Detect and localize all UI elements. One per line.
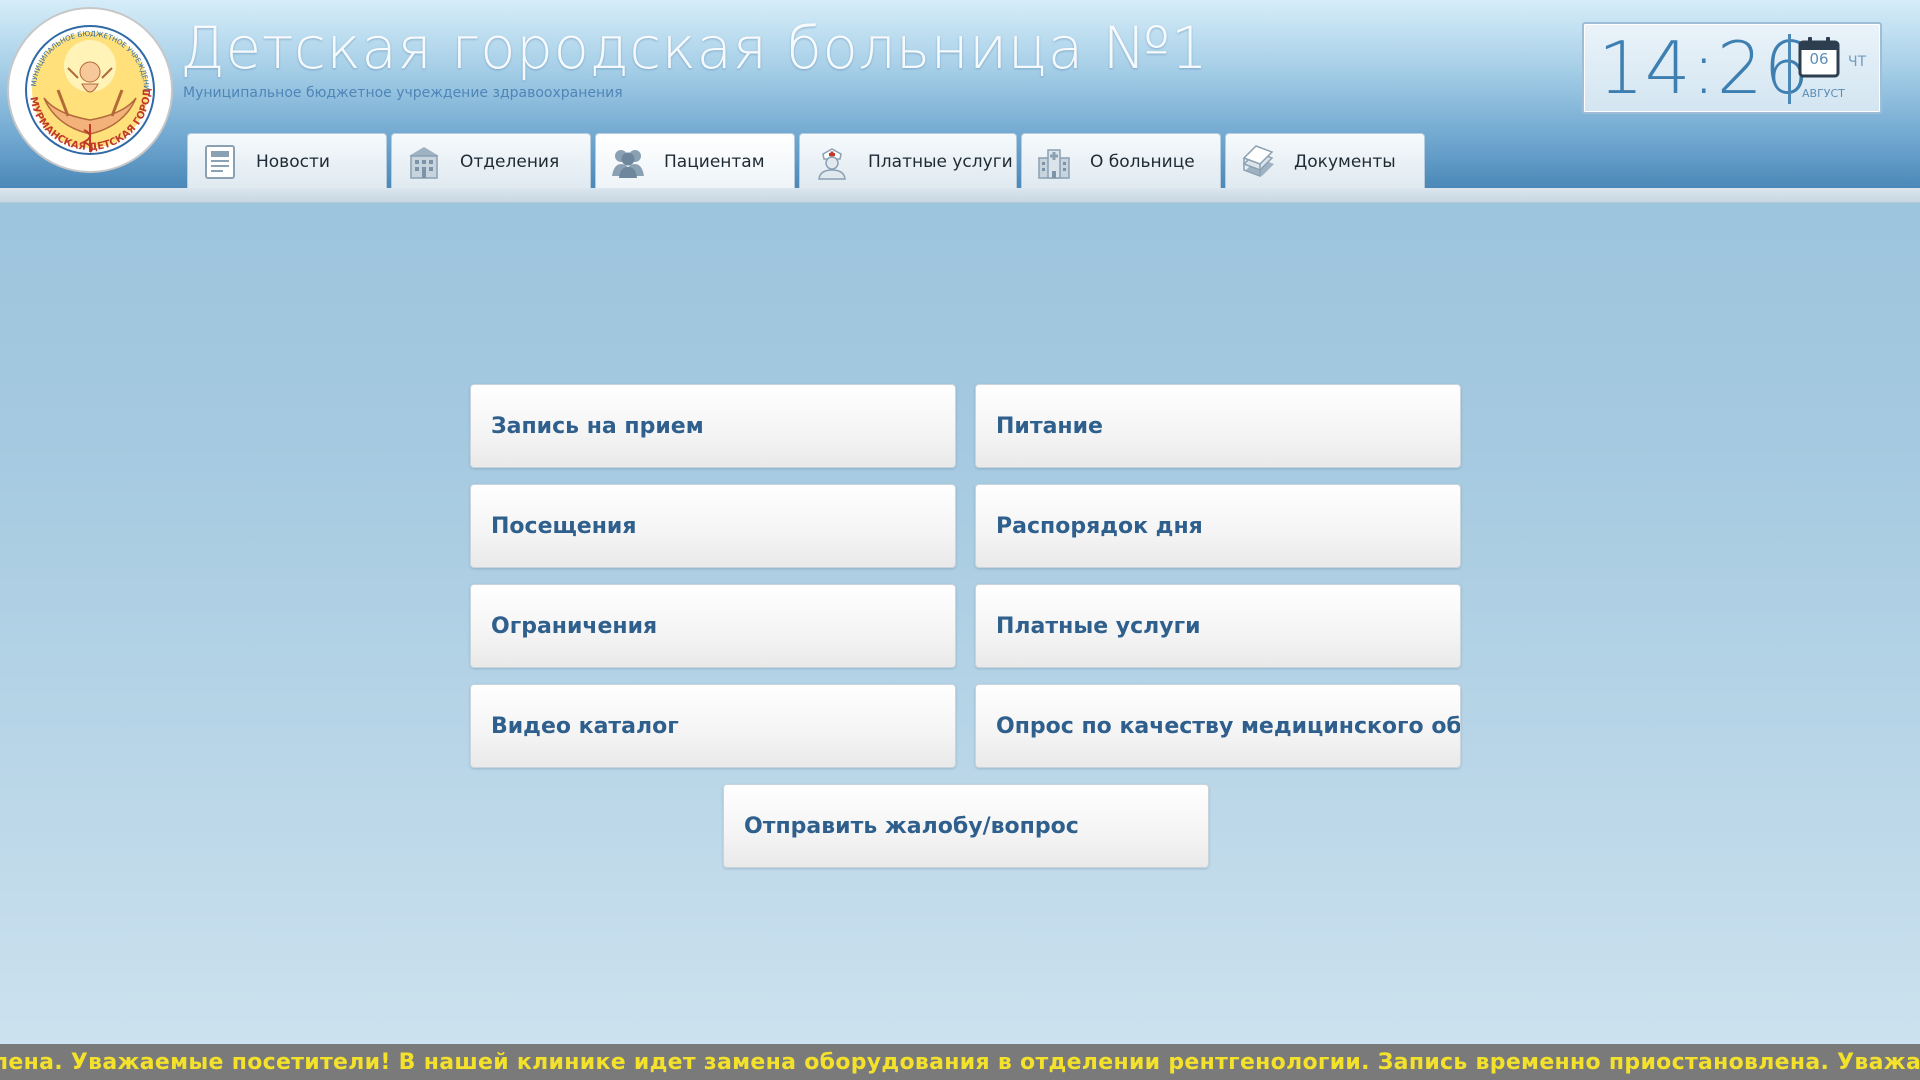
- clock-month: АВГУСТ: [1802, 87, 1845, 100]
- page-title: Детская городская больница №1: [180, 14, 1209, 82]
- hospital-icon: [1038, 148, 1070, 179]
- tab-paid-services[interactable]: Платные услуги: [799, 133, 1017, 189]
- video-catalog-label: Видео каталог: [491, 713, 679, 739]
- visits-label: Посещения: [491, 513, 637, 539]
- tab-departments-label: Отделения: [460, 151, 560, 172]
- visits-button[interactable]: Посещения: [470, 484, 956, 568]
- complaint-label: Отправить жалобу/вопрос: [744, 813, 1079, 839]
- clock-weekday: ЧТ: [1848, 54, 1867, 70]
- clock-time: 14:26: [1598, 26, 1811, 110]
- complaint-button[interactable]: Отправить жалобу/вопрос: [723, 784, 1209, 868]
- building-icon: [409, 146, 439, 179]
- tab-paid-services-label: Платные услуги: [868, 151, 1013, 172]
- tab-departments[interactable]: Отделения: [391, 133, 591, 189]
- tab-patients[interactable]: Пациентам: [595, 133, 795, 189]
- restrictions-button[interactable]: Ограничения: [470, 584, 956, 668]
- tab-about-label: О больнице: [1090, 151, 1195, 172]
- documents-icon: [1242, 144, 1274, 177]
- page-subtitle: Муниципальное бюджетное учреждение здрав…: [183, 85, 623, 101]
- quality-survey-label: Опрос по качеству медицинского обслужива…: [996, 713, 1461, 739]
- hospital-logo: МУНИЦИПАЛЬНОЕ БЮДЖЕТНОЕ УЧРЕЖДЕНИЕ ЗДРАВ…: [6, 6, 173, 173]
- tab-news[interactable]: Новости: [187, 133, 387, 189]
- ticker-text: лена. Уважаемые посетители! В нашей клин…: [0, 1050, 1920, 1075]
- nutrition-label: Питание: [996, 413, 1103, 439]
- nurse-icon: [818, 147, 846, 180]
- paid-services-button[interactable]: Платные услуги: [975, 584, 1461, 668]
- tab-patients-label: Пациентам: [664, 151, 765, 172]
- paid-services-label: Платные услуги: [996, 613, 1201, 639]
- daily-schedule-label: Распорядок дня: [996, 513, 1203, 539]
- nutrition-button[interactable]: Питание: [975, 384, 1461, 468]
- news-ticker: лена. Уважаемые посетители! В нашей клин…: [0, 1044, 1920, 1080]
- appointment-button[interactable]: Запись на прием: [470, 384, 956, 468]
- header: МУНИЦИПАЛЬНОЕ БЮДЖЕТНОЕ УЧРЕЖДЕНИЕ ЗДРАВ…: [0, 0, 1920, 189]
- clock-divider: [1788, 34, 1791, 104]
- newspaper-icon: [205, 144, 235, 179]
- tab-documents-label: Документы: [1294, 151, 1396, 172]
- restrictions-label: Ограничения: [491, 613, 658, 639]
- video-catalog-button[interactable]: Видео каталог: [470, 684, 956, 768]
- tab-documents[interactable]: Документы: [1225, 133, 1425, 189]
- main-nav: Новости Отделения Пациентам Платные услу…: [187, 133, 1425, 189]
- header-divider: [0, 188, 1920, 203]
- clock-day: 06: [1809, 50, 1829, 68]
- tab-about[interactable]: О больнице: [1021, 133, 1221, 189]
- people-icon: [612, 149, 644, 178]
- tab-news-label: Новости: [256, 151, 330, 172]
- appointment-label: Запись на прием: [491, 413, 704, 439]
- clock-widget: 14:26 06 ЧТ АВГУСТ: [1582, 22, 1882, 114]
- daily-schedule-button[interactable]: Распорядок дня: [975, 484, 1461, 568]
- quality-survey-button[interactable]: Опрос по качеству медицинского обслужива…: [975, 684, 1461, 768]
